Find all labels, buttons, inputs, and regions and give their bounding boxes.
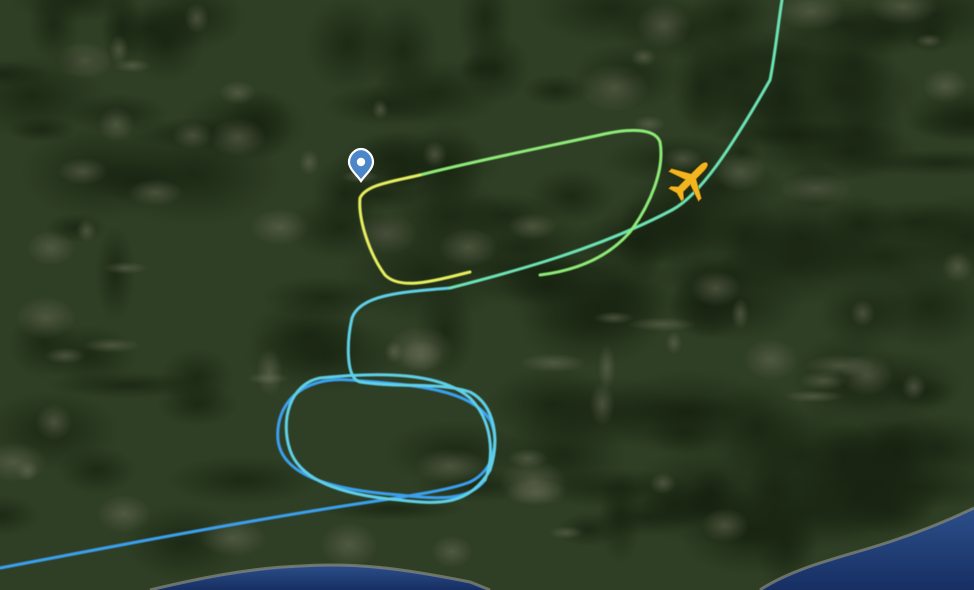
settlement-patch <box>589 382 615 427</box>
settlement-patch <box>520 353 586 373</box>
settlement-patch <box>438 227 499 267</box>
settlement-patch <box>593 311 634 325</box>
settlement-patch <box>26 230 75 266</box>
terrain-patch <box>521 73 591 108</box>
settlement-patch <box>127 179 183 207</box>
terrain-patch <box>680 502 821 575</box>
settlement-patch <box>665 331 683 355</box>
settlement-patch <box>431 535 473 568</box>
settlement-patch <box>507 213 558 240</box>
settlement-patch <box>320 522 378 568</box>
map-view[interactable] <box>0 0 974 590</box>
settlement-patch <box>76 219 97 243</box>
settlement-patch <box>690 269 741 307</box>
terrain-patch <box>719 216 871 307</box>
settlement-patch <box>384 340 404 363</box>
terrain-patch <box>331 177 427 212</box>
terrain-patch <box>808 421 878 490</box>
settlement-patch <box>422 141 447 168</box>
terrain-patch <box>304 0 393 92</box>
settlement-patch <box>636 1 692 50</box>
settlement-patch <box>98 106 135 142</box>
settlement-patch <box>915 34 943 48</box>
settlement-patch <box>57 157 109 185</box>
settlement-patch <box>82 337 141 353</box>
settlement-patch <box>112 58 152 73</box>
settlement-patch <box>627 317 697 332</box>
satellite-map[interactable] <box>0 0 974 590</box>
terrain-patch <box>160 347 234 409</box>
settlement-patch <box>597 344 616 390</box>
settlement-patch <box>372 99 389 120</box>
settlement-patch <box>44 347 86 365</box>
settlement-patch <box>941 251 974 283</box>
settlement-patch <box>499 459 568 505</box>
settlement-patch <box>55 42 113 79</box>
settlement-patch <box>172 121 214 150</box>
settlement-patch <box>250 208 310 246</box>
settlement-patch <box>256 348 283 396</box>
settlement-patch <box>35 403 73 441</box>
settlement-patch <box>701 508 749 543</box>
settlement-patch <box>184 3 209 34</box>
settlement-patch <box>549 526 584 540</box>
settlement-patch <box>901 374 927 400</box>
settlement-patch <box>850 299 876 327</box>
settlement-patch <box>780 172 852 205</box>
settlement-patch <box>580 63 650 112</box>
settlement-patch <box>630 47 657 67</box>
settlement-patch <box>219 80 256 105</box>
terrain-patch <box>57 446 137 495</box>
settlement-patch <box>731 298 750 330</box>
settlement-patch <box>103 261 148 275</box>
settlement-patch <box>299 149 320 176</box>
settlement-patch <box>650 472 677 495</box>
settlement-patch <box>923 68 968 104</box>
settlement-patch <box>783 390 844 403</box>
settlement-patch <box>743 339 798 381</box>
settlement-patch <box>16 296 76 339</box>
settlement-patch <box>97 494 151 533</box>
settlement-patch <box>210 117 267 157</box>
terrain-patch <box>457 53 507 84</box>
settlement-patch <box>662 147 703 171</box>
settlement-patch <box>839 353 894 396</box>
